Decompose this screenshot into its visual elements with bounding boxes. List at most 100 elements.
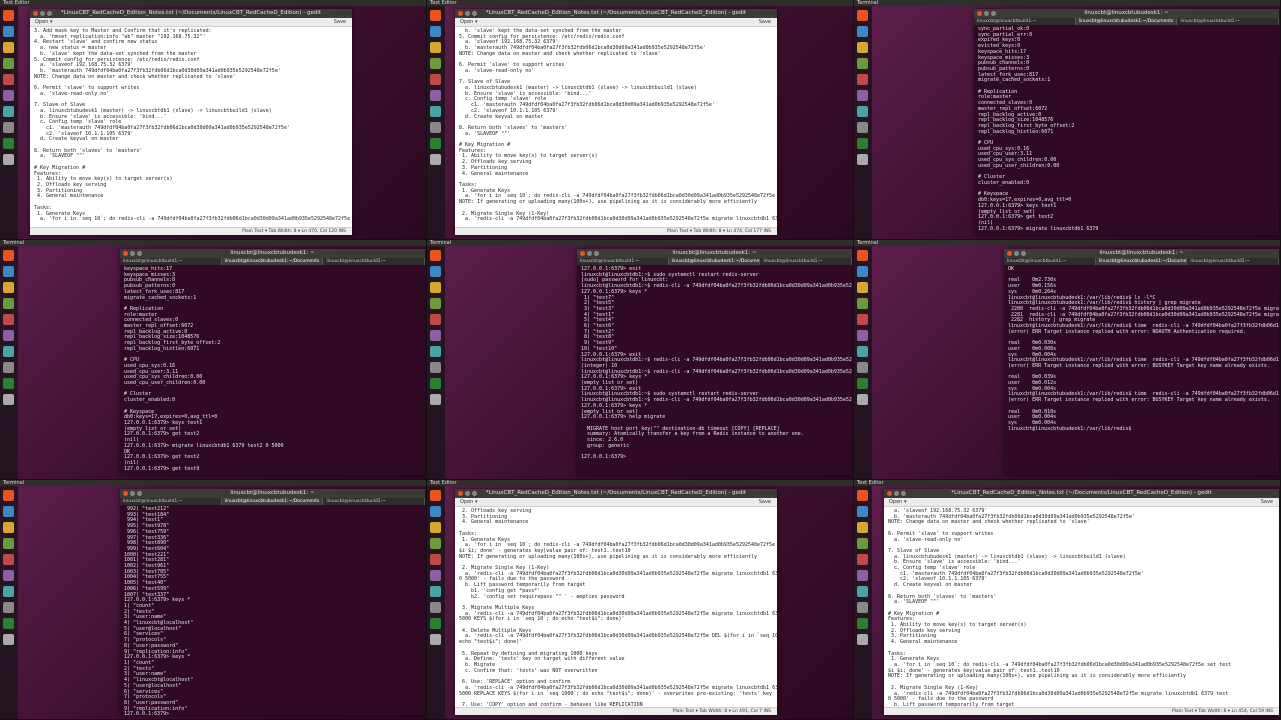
launcher-app-icon[interactable] — [3, 154, 14, 165]
launcher-app-icon[interactable] — [3, 26, 14, 37]
launcher-app-icon[interactable] — [430, 314, 441, 325]
save-button[interactable]: Save — [759, 498, 771, 506]
save-button[interactable]: Save — [334, 18, 346, 26]
launcher-app-icon[interactable] — [430, 138, 441, 149]
close-icon[interactable] — [33, 11, 38, 16]
launcher-app-icon[interactable] — [3, 122, 14, 133]
launcher-app-icon[interactable] — [430, 330, 441, 341]
launcher-app-icon[interactable] — [430, 602, 441, 613]
launcher-app-icon[interactable] — [3, 570, 14, 581]
terminal-tab[interactable]: linuxcbt@linuxcbtubudesk1:~/Documents — [221, 498, 324, 505]
launcher-app-icon[interactable] — [430, 26, 441, 37]
launcher-app-icon[interactable] — [857, 10, 868, 21]
launcher-app-icon[interactable] — [857, 106, 868, 117]
launcher-app-icon[interactable] — [857, 138, 868, 149]
close-icon[interactable] — [977, 11, 982, 16]
launcher-app-icon[interactable] — [430, 490, 441, 501]
launcher-app-icon[interactable] — [857, 394, 868, 405]
terminal-tab[interactable]: linuxcbt@linuxcbtubudesk1:~/Documents — [1075, 18, 1178, 25]
launcher-app-icon[interactable] — [3, 362, 14, 373]
terminal-tab[interactable]: linuxcbt@linuxcbtbuild1:~ — [323, 498, 425, 505]
launcher-app-icon[interactable] — [857, 506, 868, 517]
launcher-app-icon[interactable] — [857, 266, 868, 277]
launcher-app-icon[interactable] — [430, 554, 441, 565]
launcher-app-icon[interactable] — [430, 122, 441, 133]
text-editor-content[interactable]: 3. Add mask key to Master and Confirm th… — [30, 27, 352, 225]
launcher-app-icon[interactable] — [857, 42, 868, 53]
launcher-app-icon[interactable] — [430, 90, 441, 101]
launcher-app-icon[interactable] — [430, 266, 441, 277]
launcher-app-icon[interactable] — [430, 378, 441, 389]
launcher-app-icon[interactable] — [3, 538, 14, 549]
launcher-app-icon[interactable] — [857, 602, 868, 613]
close-icon[interactable] — [123, 251, 128, 256]
minimize-icon[interactable] — [130, 491, 135, 496]
minimize-icon[interactable] — [40, 11, 45, 16]
launcher-app-icon[interactable] — [857, 90, 868, 101]
minimize-icon[interactable] — [984, 11, 989, 16]
launcher-app-icon[interactable] — [3, 634, 14, 645]
launcher-app-icon[interactable] — [3, 394, 14, 405]
terminal-tab[interactable]: linuxcbt@linuxcbtubudesk1:~/Documents — [668, 258, 761, 265]
launcher-app-icon[interactable] — [857, 586, 868, 597]
launcher-app-icon[interactable] — [3, 58, 14, 69]
launcher-app-icon[interactable] — [430, 586, 441, 597]
launcher-app-icon[interactable] — [3, 506, 14, 517]
launcher-app-icon[interactable] — [430, 538, 441, 549]
launcher-app-icon[interactable] — [430, 618, 441, 629]
launcher-app-icon[interactable] — [3, 74, 14, 85]
minimize-icon[interactable] — [894, 491, 899, 496]
launcher-app-icon[interactable] — [857, 570, 868, 581]
save-button[interactable]: Save — [759, 18, 771, 26]
launcher-app-icon[interactable] — [3, 346, 14, 357]
launcher-app-icon[interactable] — [3, 522, 14, 533]
launcher-app-icon[interactable] — [857, 634, 868, 645]
launcher-app-icon[interactable] — [3, 282, 14, 293]
launcher-app-icon[interactable] — [857, 74, 868, 85]
close-icon[interactable] — [458, 11, 463, 16]
close-icon[interactable] — [887, 491, 892, 496]
save-button[interactable]: Save — [1261, 498, 1273, 506]
text-editor-content[interactable]: a. 'slaveof 192.168.75.32 6379' b. 'mast… — [884, 507, 1279, 711]
minimize-icon[interactable] — [465, 491, 470, 496]
launcher-app-icon[interactable] — [857, 282, 868, 293]
launcher-app-icon[interactable] — [857, 122, 868, 133]
launcher-app-icon[interactable] — [430, 522, 441, 533]
launcher-app-icon[interactable] — [857, 378, 868, 389]
launcher-app-icon[interactable] — [3, 298, 14, 309]
maximize-icon[interactable] — [991, 11, 996, 16]
launcher-app-icon[interactable] — [3, 378, 14, 389]
terminal-tab[interactable]: linuxcbt@linuxcbtbuild1:~ — [1187, 258, 1279, 265]
launcher-app-icon[interactable] — [3, 618, 14, 629]
launcher-app-icon[interactable] — [430, 634, 441, 645]
launcher-app-icon[interactable] — [857, 490, 868, 501]
launcher-app-icon[interactable] — [3, 90, 14, 101]
launcher-app-icon[interactable] — [430, 58, 441, 69]
close-icon[interactable] — [458, 491, 463, 496]
launcher-app-icon[interactable] — [3, 586, 14, 597]
minimize-icon[interactable] — [587, 251, 592, 256]
launcher-app-icon[interactable] — [430, 250, 441, 261]
maximize-icon[interactable] — [137, 491, 142, 496]
launcher-app-icon[interactable] — [3, 266, 14, 277]
launcher-app-icon[interactable] — [3, 554, 14, 565]
launcher-app-icon[interactable] — [857, 346, 868, 357]
maximize-icon[interactable] — [594, 251, 599, 256]
launcher-app-icon[interactable] — [857, 554, 868, 565]
launcher-app-icon[interactable] — [430, 42, 441, 53]
minimize-icon[interactable] — [465, 11, 470, 16]
launcher-app-icon[interactable] — [857, 154, 868, 165]
launcher-app-icon[interactable] — [3, 250, 14, 261]
launcher-app-icon[interactable] — [3, 330, 14, 341]
maximize-icon[interactable] — [472, 491, 477, 496]
launcher-app-icon[interactable] — [857, 58, 868, 69]
launcher-app-icon[interactable] — [857, 618, 868, 629]
launcher-app-icon[interactable] — [430, 282, 441, 293]
launcher-app-icon[interactable] — [857, 26, 868, 37]
launcher-app-icon[interactable] — [857, 250, 868, 261]
launcher-app-icon[interactable] — [430, 362, 441, 373]
maximize-icon[interactable] — [472, 11, 477, 16]
launcher-app-icon[interactable] — [430, 10, 441, 21]
minimize-icon[interactable] — [1014, 251, 1019, 256]
launcher-app-icon[interactable] — [430, 154, 441, 165]
